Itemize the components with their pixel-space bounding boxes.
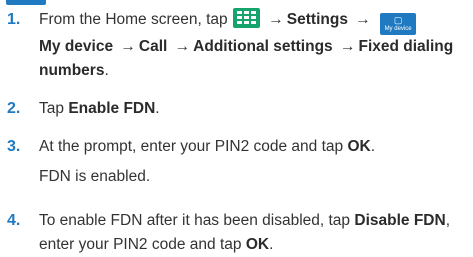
arrow-icon: → — [174, 38, 191, 55]
arrow-icon: → — [120, 38, 136, 55]
my-device-icon-label: My device — [384, 26, 412, 32]
heading-bar — [6, 0, 46, 5]
step-1: 1. From the Home screen, tap → Settings →… — [0, 8, 473, 83]
step-text: From the Home screen, tap — [39, 11, 228, 28]
step-text: To enable FDN after it has been disabled… — [39, 212, 351, 229]
my-device-icon: ▢ My device — [380, 13, 417, 35]
step-number: 2. — [7, 100, 21, 117]
call-label: Call — [138, 38, 168, 55]
arrow-icon: → — [268, 11, 284, 28]
ok-label: OK — [245, 236, 270, 253]
step-3: 3. At the prompt, enter your PIN2 code a… — [0, 135, 473, 189]
ok-label: OK — [347, 138, 371, 155]
step-end: . — [155, 100, 160, 117]
step-result: FDN is enabled. — [39, 168, 151, 185]
arrow-icon: → — [355, 11, 371, 28]
settings-label: Settings — [286, 11, 348, 28]
instruction-steps: 1. From the Home screen, tap → Settings →… — [0, 8, 473, 257]
additional-settings-label: Additional settings — [193, 38, 333, 55]
arrow-icon: → — [339, 38, 356, 55]
step-end: . — [269, 236, 274, 253]
step-end: . — [104, 62, 109, 79]
step-2: 2. Tap Enable FDN. — [0, 97, 473, 121]
disable-fdn-label: Disable FDN — [354, 212, 446, 229]
step-text: At the prompt, enter your PIN2 code and … — [39, 138, 344, 155]
step-end: . — [370, 138, 376, 155]
apps-grid-icon — [232, 8, 260, 28]
step-number: 4. — [7, 212, 21, 229]
step-text: Tap — [39, 100, 64, 117]
step-number: 3. — [7, 138, 21, 155]
step-number: 1. — [7, 11, 21, 28]
enable-fdn-label: Enable FDN — [68, 100, 156, 117]
device-glyph-icon: ▢ — [393, 15, 403, 25]
my-device-label: My device — [39, 38, 114, 55]
cropped-heading-fragment — [0, 0, 473, 8]
step-4: 4. To enable FDN after it has been disab… — [0, 209, 473, 257]
